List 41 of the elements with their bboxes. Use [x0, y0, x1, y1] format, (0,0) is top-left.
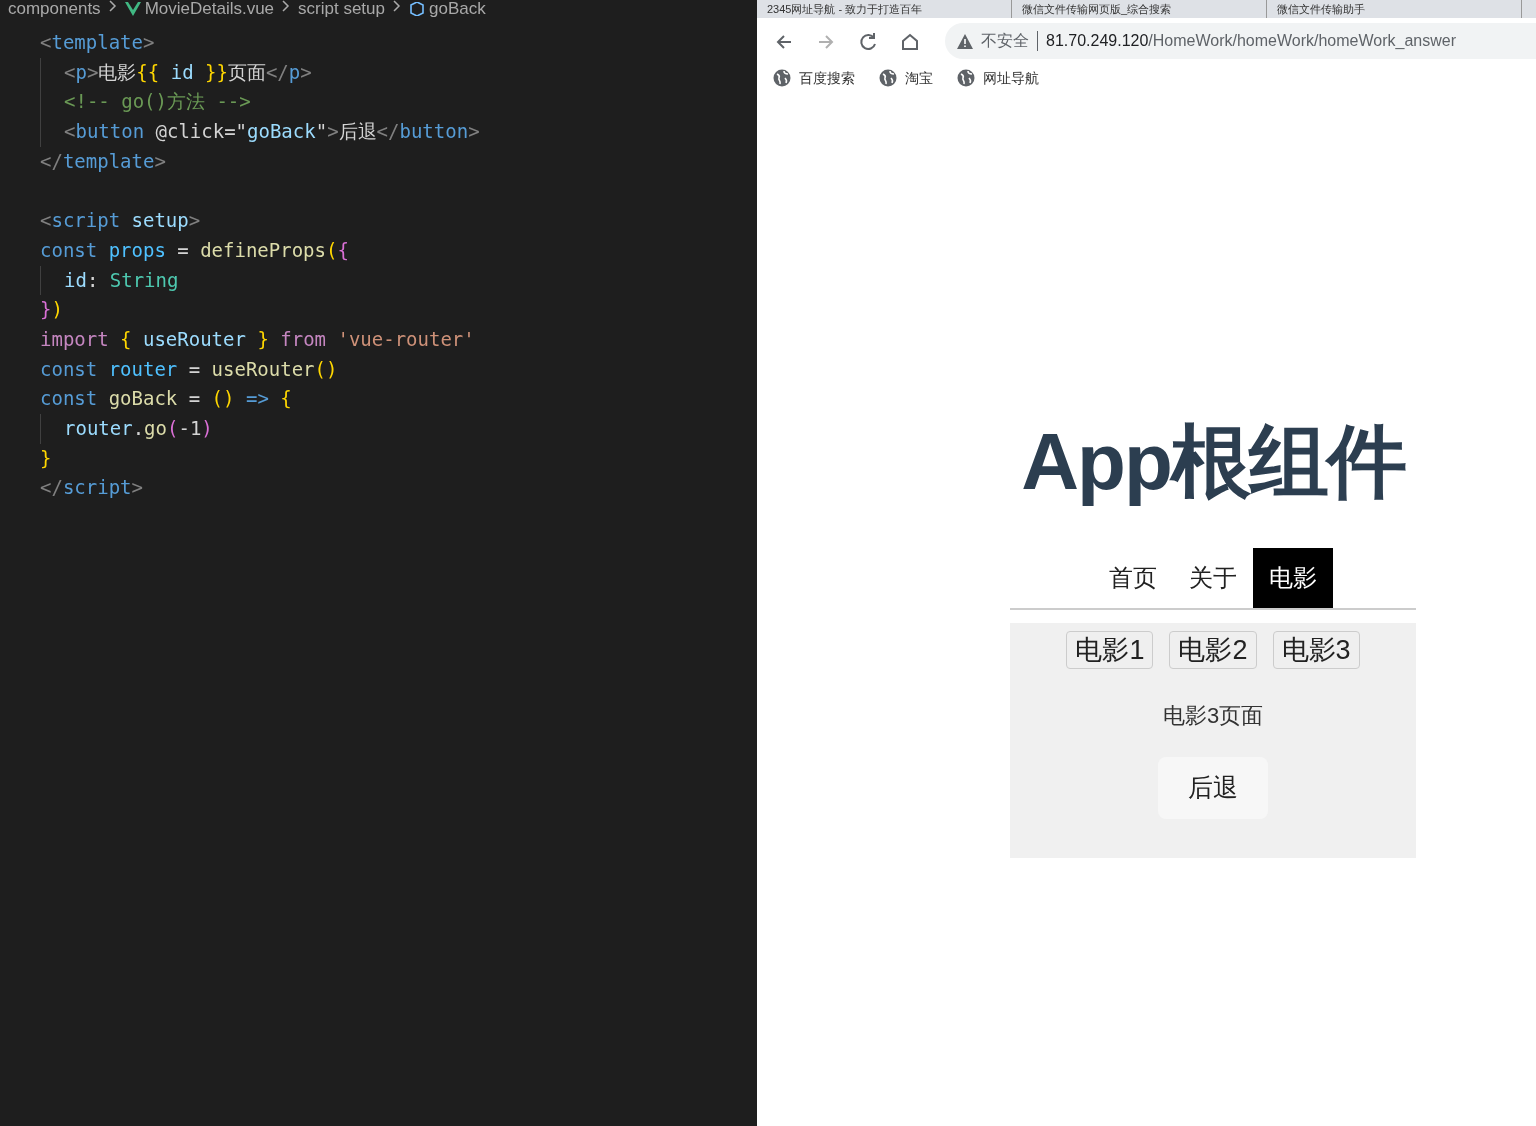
nav-link[interactable]: 电影 — [1253, 548, 1333, 608]
code-line: </template> — [40, 148, 167, 174]
page-heading: App根组件 — [1021, 416, 1405, 508]
bookmark[interactable]: 百度搜索 — [773, 67, 855, 89]
code-line: <script setup> — [40, 208, 202, 234]
movie-button[interactable]: 电影3 — [1272, 631, 1360, 669]
globe-icon — [879, 69, 897, 87]
breadcrumb-item[interactable]: components — [8, 2, 101, 16]
address-bar[interactable]: 不安全 81.70.249.120/HomeWork/homeWork/homeWork_answer — [945, 23, 1536, 59]
code-line: </script> — [40, 475, 144, 501]
code-line: const goBack = () => { — [40, 386, 293, 412]
code-line: <p>电影{{ id }}页面</p> — [64, 59, 313, 85]
code-line: }) — [40, 297, 64, 323]
browser-tab[interactable]: 微信文件传输网页版_综合搜索 — [1012, 0, 1267, 18]
breadcrumb-item[interactable]: goBack — [429, 2, 486, 16]
vue-logo-icon — [124, 2, 141, 16]
movie-button[interactable]: 电影1 — [1066, 631, 1154, 669]
browser-tab[interactable]: 微信文件传输助手 — [1267, 0, 1522, 18]
bookmark[interactable]: 网址导航 — [957, 67, 1039, 89]
breadcrumb-item[interactable]: script setup — [298, 2, 385, 16]
code-line: <!-- go()方法 --> — [64, 89, 252, 115]
movie-button[interactable]: 电影2 — [1169, 631, 1257, 669]
code-line: <button @click="goBack">后退</button> — [64, 119, 481, 145]
back-button[interactable]: 后退 — [1158, 757, 1268, 819]
code-line: id: String — [64, 267, 180, 293]
code-line: const props = defineProps({ — [40, 237, 350, 263]
cube-icon — [409, 2, 425, 16]
nav-link[interactable]: 首页 — [1093, 548, 1173, 608]
code-line: const router = useRouter() — [40, 356, 339, 382]
code-line: <template> — [40, 30, 156, 55]
globe-icon — [773, 69, 791, 87]
code-line: } — [40, 445, 53, 471]
browser-tab[interactable]: 2345网址导航 - 致力于打造百年 — [757, 0, 1012, 18]
page-text: 电影3页面 — [1162, 702, 1264, 730]
globe-icon — [957, 69, 975, 87]
nav-link[interactable]: 关于 — [1173, 548, 1253, 608]
warning-icon — [957, 33, 973, 49]
bookmark[interactable]: 淘宝 — [879, 67, 933, 89]
code-line: import { useRouter } from 'vue-router' — [40, 326, 476, 352]
code-line: router.go(-1) — [64, 415, 214, 441]
breadcrumb-item[interactable]: MovieDetails.vue — [144, 2, 275, 16]
